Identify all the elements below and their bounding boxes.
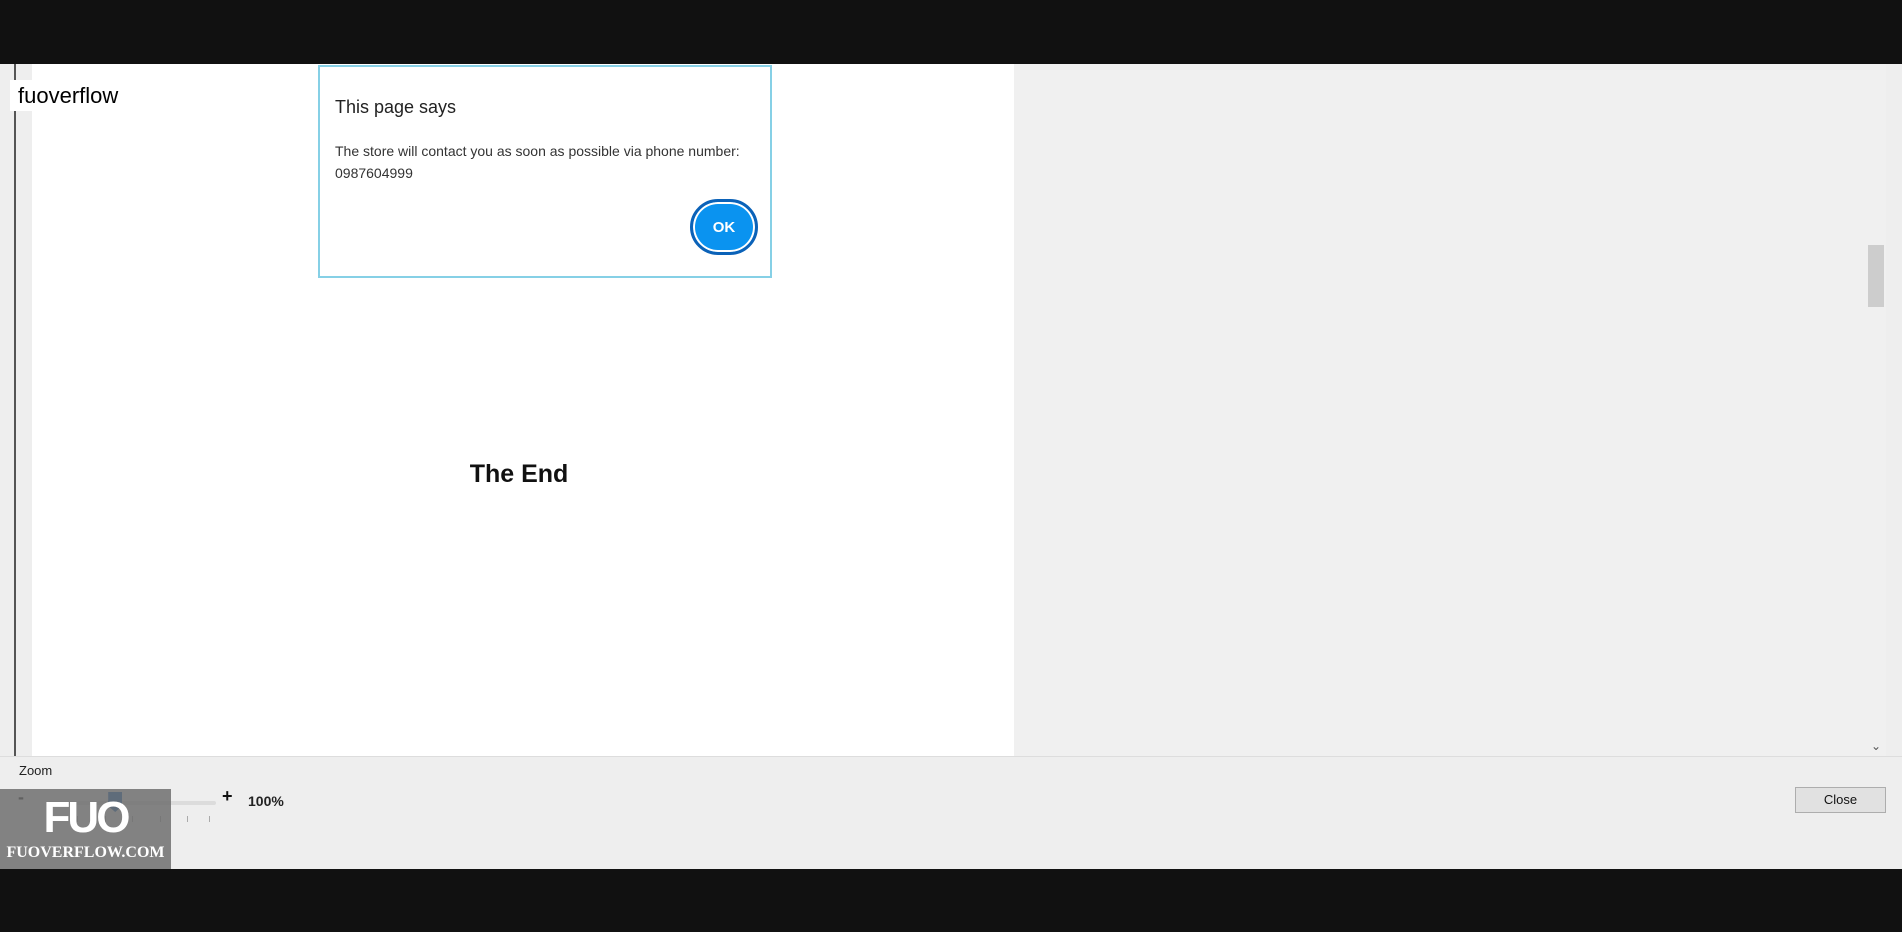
dialog-message: The store will contact you as soon as po… xyxy=(335,143,740,181)
zoom-in-button[interactable]: + xyxy=(222,786,233,807)
vertical-scrollbar[interactable]: ⌄ xyxy=(1866,64,1886,756)
left-border xyxy=(14,64,16,757)
zoom-value: 100% xyxy=(248,793,284,809)
alert-dialog: This page says The store will contact yo… xyxy=(318,65,772,278)
slider-tick xyxy=(187,816,188,822)
chevron-down-icon[interactable]: ⌄ xyxy=(1868,738,1884,754)
divider xyxy=(0,756,1902,757)
page-heading: The End xyxy=(469,460,569,488)
empty-area xyxy=(1014,64,1866,756)
page-preview: This page says The store will contact yo… xyxy=(32,64,1014,756)
close-button[interactable]: Close xyxy=(1795,787,1886,813)
ok-button[interactable]: OK xyxy=(690,199,758,255)
watermark: FUO FUOVERFLOW.COM xyxy=(0,789,171,869)
watermark-text: FUOVERFLOW.COM xyxy=(6,844,165,861)
zoom-label: Zoom xyxy=(19,763,53,778)
slider-tick xyxy=(209,816,210,822)
scroll-thumb[interactable] xyxy=(1868,245,1884,307)
watermark-logo: FUO xyxy=(43,793,131,842)
dialog-title: This page says xyxy=(335,97,457,117)
preview-window: This page says The store will contact yo… xyxy=(0,64,1902,869)
site-label: fuoverflow xyxy=(10,80,128,111)
